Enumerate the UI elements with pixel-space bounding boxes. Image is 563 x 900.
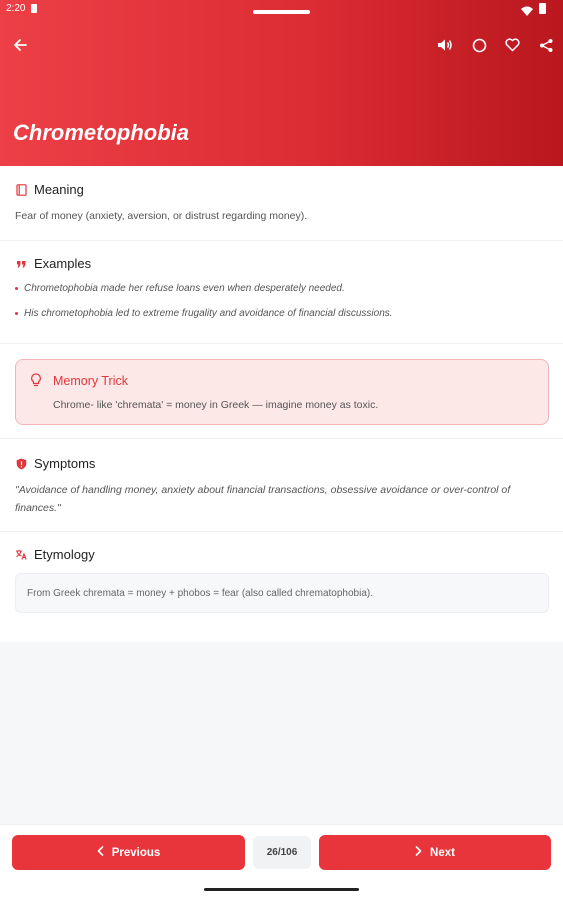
example-text: His chrometophobia led to extreme frugal… <box>24 308 393 319</box>
app-header: 2:20 Chrometophobia <box>0 0 563 166</box>
quote-icon <box>15 258 27 270</box>
chevron-left-icon <box>97 846 104 859</box>
etymology-text: From Greek chremata = money + phobos = f… <box>27 588 374 599</box>
bullet-dot <box>15 312 18 315</box>
list-item: His chrometophobia led to extreme frugal… <box>15 308 393 319</box>
symptoms-header: Symptoms <box>15 456 95 471</box>
list-item: Chrometophobia made her refuse loans eve… <box>15 283 345 294</box>
notification-icon <box>31 4 37 13</box>
chevron-right-icon <box>415 846 422 859</box>
content-card: Meaning Fear of money (anxiety, aversion… <box>0 166 563 642</box>
symptoms-heading: Symptoms <box>34 456 96 471</box>
status-bar: 2:20 <box>0 0 563 18</box>
page-title: Chrometophobia <box>13 120 189 145</box>
previous-button[interactable]: Previous <box>12 835 245 870</box>
previous-label: Previous <box>111 846 161 859</box>
home-indicator[interactable] <box>204 888 359 891</box>
speaker-icon[interactable] <box>435 35 455 55</box>
etymology-header: Etymology <box>15 547 95 562</box>
memory-trick-box: Memory Trick Chrome- like 'chremata' = m… <box>15 359 549 425</box>
meaning-header: Meaning <box>15 182 84 197</box>
divider <box>0 343 563 344</box>
example-text: Chrometophobia made her refuse loans eve… <box>24 283 345 294</box>
symptoms-text: "Avoidance of handling money, anxiety ab… <box>15 484 511 514</box>
bottom-navigation-bar: Previous 26/106 Next <box>0 824 563 900</box>
memory-trick-heading: Memory Trick <box>53 374 128 388</box>
divider <box>0 438 563 439</box>
back-arrow-icon[interactable] <box>10 35 30 55</box>
status-time: 2:20 <box>6 3 26 14</box>
wifi-icon <box>521 3 533 21</box>
translate-icon <box>15 549 27 561</box>
page-counter: 26/106 <box>253 836 311 869</box>
drag-handle[interactable] <box>253 10 310 14</box>
share-icon[interactable] <box>536 35 556 55</box>
examples-header: Examples <box>15 256 91 271</box>
next-button[interactable]: Next <box>319 835 551 870</box>
shield-icon <box>15 458 27 470</box>
meaning-text: Fear of money (anxiety, aversion, or dis… <box>15 210 308 222</box>
circle-icon[interactable] <box>469 35 489 55</box>
etymology-heading: Etymology <box>34 547 95 562</box>
battery-icon <box>539 3 546 14</box>
next-label: Next <box>430 846 455 859</box>
book-icon <box>15 183 27 196</box>
etymology-box: From Greek chremata = money + phobos = f… <box>15 573 549 613</box>
meaning-heading: Meaning <box>34 182 84 197</box>
bullet-dot <box>15 287 18 290</box>
divider <box>0 240 563 241</box>
heart-icon[interactable] <box>502 35 522 55</box>
lightbulb-icon <box>30 373 42 392</box>
memory-trick-text: Chrome- like 'chremata' = money in Greek… <box>53 399 379 411</box>
examples-heading: Examples <box>34 256 92 271</box>
divider <box>0 531 563 532</box>
